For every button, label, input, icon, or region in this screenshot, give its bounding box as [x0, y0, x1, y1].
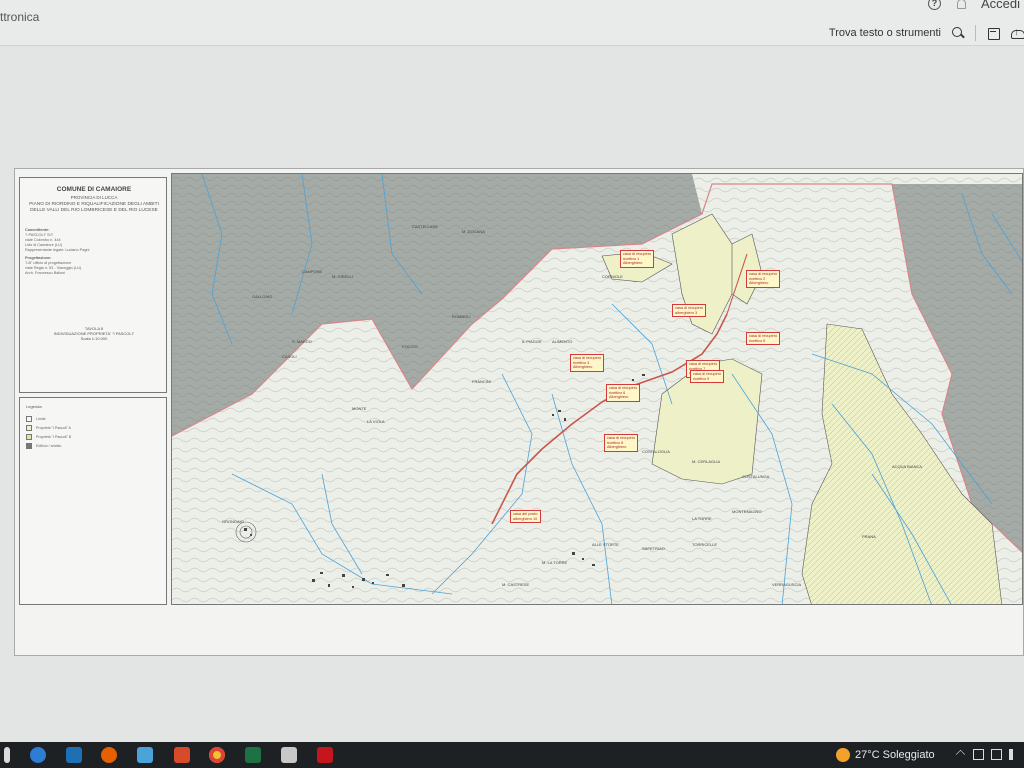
title-block: COMUNE DI CAMAIORE PROVINCIA DI LUCCA PI…	[19, 177, 167, 393]
map-place-label: GRONDAIO	[222, 519, 244, 524]
app-title: ttronica	[0, 10, 40, 24]
map-place-label: VERRAGUSCIA	[772, 582, 802, 587]
legend-swatch	[26, 434, 32, 440]
toolbar-divider	[975, 25, 976, 41]
plan-title: PIANO DI RIORDINO E RIQUALIFICAZIONE DEG…	[29, 202, 159, 213]
weather-text: 27°C Soleggiato	[855, 749, 935, 761]
legend-item: Edificio / ambito	[26, 443, 61, 449]
map-place-label: MONTEMAGNO	[732, 509, 762, 514]
map-place-label: LA VIOLA	[367, 419, 385, 424]
map-place-label: IL PIAGGE	[522, 339, 542, 344]
legend-swatch	[26, 443, 32, 449]
system-tray	[955, 749, 1020, 760]
document-canvas[interactable]: COMUNE DI CAMAIORE PROVINCIA DI LUCCA PI…	[0, 46, 1024, 742]
cloud-upload-icon[interactable]	[1010, 26, 1024, 40]
map-place-label: FRANCINI	[472, 379, 491, 384]
title-bar: ttronica ? Accedi Trova testo o strument…	[0, 0, 1024, 46]
map-place-label: CASOLI	[282, 354, 297, 359]
map-place-label: M. LA TORRE	[542, 560, 568, 565]
map-place-label: ROMBOLI	[452, 314, 471, 319]
property-label: casa di recupero ricettivo 6 Alberghiero	[606, 384, 641, 402]
volume-icon[interactable]	[1009, 749, 1020, 760]
signin-button[interactable]: Accedi	[981, 0, 1024, 11]
search-icon[interactable]	[951, 26, 965, 40]
excel-icon[interactable]	[245, 747, 261, 763]
property-label: casa di recupero ricettivo 8 Alberghiero	[604, 434, 639, 452]
sun-icon	[836, 748, 850, 762]
save-icon[interactable]	[986, 26, 1000, 40]
chat-icon[interactable]	[137, 747, 153, 763]
property-label: casa del posto alberghiero 10	[510, 510, 541, 523]
map-place-label: S. MARCO	[292, 339, 312, 344]
legend-item: Proprietà "I Pascoli" A	[26, 425, 71, 431]
provincia-title: PROVINCIA DI LUCCA	[70, 195, 118, 200]
tool-icon[interactable]	[281, 747, 297, 763]
map-place-label: SAPETRIAO	[642, 546, 665, 551]
property-label: casa di recupero ricettivo 1 Alberghiero	[620, 250, 655, 268]
firefox-icon[interactable]	[101, 747, 117, 763]
edge-icon[interactable]	[30, 747, 46, 763]
comune-title: COMUNE DI CAMAIORE	[56, 186, 132, 193]
legend-box: Legenda Limite Proprietà "I Pascoli" A P…	[19, 397, 167, 605]
tavola-block: TAVOLA 8 INDIVIDUAZIONE PROPRIETA' "I PA…	[53, 326, 135, 341]
map-place-label: MONTE	[352, 406, 367, 411]
map-place-label: M. CERLAGLIA	[692, 459, 721, 464]
windows-start-icon[interactable]	[4, 747, 10, 763]
top-right-controls: ? Accedi	[927, 0, 1024, 11]
map-place-label: FOCCIO	[402, 344, 418, 349]
map-area[interactable]: CASTELLARE M. DOGANA M. GIRELLI GALLOAIO S. …	[171, 173, 1023, 605]
committente-block: Committente: "I PASCOLI" SrT viale Colom…	[25, 228, 90, 252]
acrobat-icon[interactable]	[317, 747, 333, 763]
map-place-label: COSTALUNGA	[742, 474, 770, 479]
legend-swatch	[26, 416, 32, 422]
map-place-label: PRANA	[862, 534, 876, 539]
map-place-label: M. DOGANA	[462, 229, 485, 234]
chrome-icon[interactable]	[209, 747, 225, 763]
property-label: casa di recupero alberghiero 3	[672, 304, 707, 317]
app-icon[interactable]	[174, 747, 190, 763]
map-place-label: COSTALOGLIA	[642, 449, 670, 454]
property-label: casa di recupero ricettivo 5	[746, 332, 781, 345]
legend-item: Limite	[26, 416, 46, 422]
map-graphic	[172, 174, 1022, 604]
document-page: COMUNE DI CAMAIORE PROVINCIA DI LUCCA PI…	[14, 168, 1024, 656]
help-icon[interactable]: ?	[927, 0, 941, 10]
weather-widget[interactable]: 27°C Soleggiato	[836, 748, 935, 762]
map-place-label: M. GIRELLI	[332, 274, 353, 279]
map-place-label: GALLOAIO	[252, 294, 273, 299]
map-place-label: CORNIOLE	[602, 274, 623, 279]
map-place-label: CASTELLARE	[412, 224, 439, 229]
map-place-label: ACQUA BIANCA	[892, 464, 923, 469]
legend-item: Proprietà "I Pascoli" B	[26, 434, 71, 440]
legend-panel: COMUNE DI CAMAIORE PROVINCIA DI LUCCA PI…	[19, 177, 167, 607]
property-label: casa di recupero ricettivo 2 Alberghiero	[746, 270, 781, 288]
display-icon[interactable]	[991, 749, 1002, 760]
map-place-label: ALLE STORTE	[592, 542, 619, 547]
taskbar: 27°C Soleggiato	[0, 742, 1024, 768]
tool-row: Trova testo o strumenti	[829, 22, 1024, 44]
ie-icon[interactable]	[66, 747, 82, 763]
chevron-up-icon[interactable]	[955, 749, 966, 760]
map-place-label: ALIMENTO	[552, 339, 573, 344]
property-label: casa di recupero ricettivo 9	[690, 370, 725, 383]
map-place-label: CAMPONE	[302, 269, 323, 274]
legend-swatch	[26, 425, 32, 431]
bell-icon[interactable]	[955, 0, 967, 10]
map-place-label: TORRICELLE	[692, 542, 718, 547]
map-place-label: LA TORRE	[692, 516, 712, 521]
network-icon[interactable]	[973, 749, 984, 760]
find-tools-label[interactable]: Trova testo o strumenti	[829, 27, 941, 39]
progettazione-block: Progettazione: "LB" ufficio di progettaz…	[25, 256, 82, 275]
legend-title: Legenda	[26, 404, 42, 409]
property-label: casa di recupero ricettivo 4 Alberghiero	[570, 354, 605, 372]
map-place-label: M. CASTRESE	[502, 582, 530, 587]
